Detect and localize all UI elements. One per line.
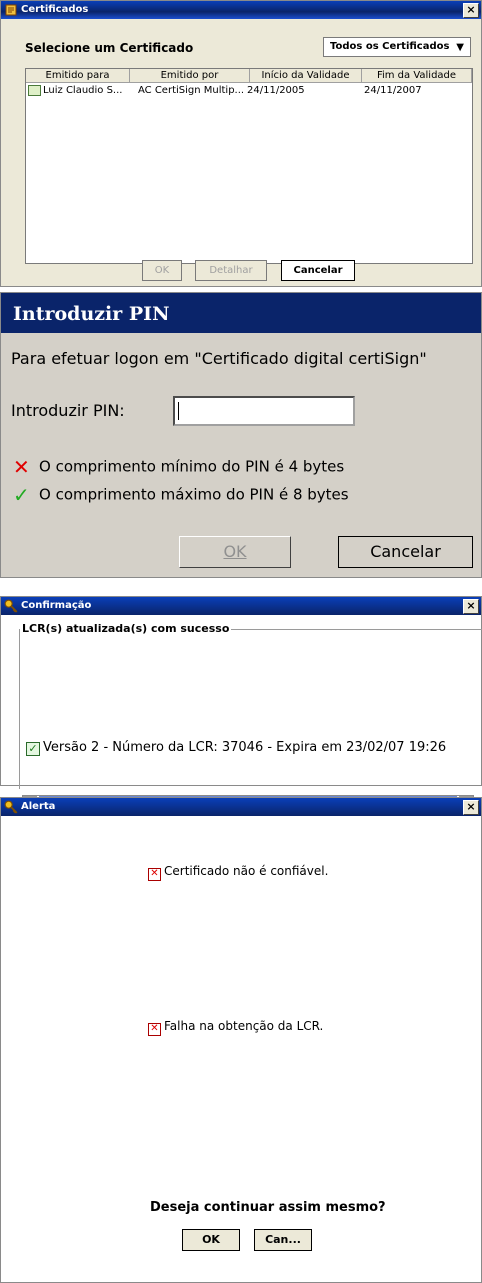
pin-label: Introduzir PIN: xyxy=(11,401,125,420)
close-button[interactable]: × xyxy=(463,3,479,18)
rule-min-length: ✕ O comprimento mínimo do PIN é 4 bytes xyxy=(13,455,344,479)
pin-input[interactable] xyxy=(173,396,355,426)
close-button[interactable]: × xyxy=(463,599,479,614)
rule-text: O comprimento mínimo do PIN é 4 bytes xyxy=(39,457,345,476)
column-header-inicio[interactable]: Início da Validade xyxy=(250,69,362,83)
title-bar[interactable]: Alerta × xyxy=(1,798,481,816)
close-button[interactable]: × xyxy=(463,800,479,815)
column-header-emitido-por[interactable]: Emitido por xyxy=(130,69,250,83)
check-icon: ✓ xyxy=(26,742,40,756)
logon-text: Para efetuar logon em "Certificado digit… xyxy=(11,349,427,368)
cell-fim[interactable]: 24/11/2007 xyxy=(364,85,422,96)
ok-button[interactable]: OK xyxy=(142,260,182,281)
ok-button[interactable]: OK xyxy=(179,536,291,568)
certificados-dialog: Certificados × Selecione um Certificado … xyxy=(0,0,482,287)
dropdown-arrow-icon: ▼ xyxy=(456,42,464,53)
checkmark-icon: ✓ xyxy=(13,483,30,507)
title-bar[interactable]: Certificados × xyxy=(1,1,481,19)
cancel-button[interactable]: Can... xyxy=(254,1229,312,1251)
window-title: Certificados xyxy=(21,4,89,15)
key-icon xyxy=(4,599,18,613)
certificate-table[interactable]: Emitido para Emitido por Início da Valid… xyxy=(25,68,473,264)
lcr-group xyxy=(19,629,482,789)
rule-max-length: ✓ O comprimento máximo do PIN é 8 bytes xyxy=(13,483,349,507)
cancelar-button[interactable]: Cancelar xyxy=(338,536,473,568)
column-header-emitido-para[interactable]: Emitido para xyxy=(26,69,130,83)
alert-message-lcr-failure: ✕ Falha na obtenção da LCR. xyxy=(148,1019,323,1036)
alert-message-untrusted: ✕ Certificado não é confiável. xyxy=(148,864,328,881)
detalhar-button[interactable]: Detalhar xyxy=(195,260,267,281)
confirmation-question: Deseja continuar assim mesmo? xyxy=(150,1200,386,1215)
title-bar[interactable]: Introduzir PIN xyxy=(1,293,481,333)
cell-emitido-para[interactable]: Luiz Claudio S... xyxy=(43,85,122,96)
window-title: Introduzir PIN xyxy=(13,303,170,325)
alert-text: Certificado não é confiável. xyxy=(164,864,329,878)
title-bar[interactable]: Confirmação × xyxy=(1,597,481,615)
key-icon xyxy=(4,800,18,814)
window-title: Confirmação xyxy=(21,600,92,611)
text-caret xyxy=(178,402,179,420)
certificate-row-icon xyxy=(28,85,41,96)
lcr-entry-text: Versão 2 - Número da LCR: 37046 - Expira… xyxy=(43,740,447,755)
error-icon: ✕ xyxy=(148,1023,161,1036)
rule-text: O comprimento máximo do PIN é 8 bytes xyxy=(39,485,349,504)
ok-button[interactable]: OK xyxy=(182,1229,240,1251)
selected-filter: Todos os Certificados xyxy=(330,41,450,52)
error-icon: ✕ xyxy=(148,868,161,881)
window-title: Alerta xyxy=(21,801,56,812)
cell-inicio[interactable]: 24/11/2005 xyxy=(247,85,305,96)
lcr-entry[interactable]: ✓ Versão 2 - Número da LCR: 37046 - Expir… xyxy=(26,740,446,756)
column-header-fim[interactable]: Fim da Validade xyxy=(362,69,472,83)
pin-dialog: Introduzir PIN Para efetuar logon em "Ce… xyxy=(0,292,482,578)
cell-emitido-por[interactable]: AC CertiSign Multip... xyxy=(138,85,244,96)
group-label: LCR(s) atualizada(s) com sucesso xyxy=(20,622,232,635)
cancelar-button[interactable]: Cancelar xyxy=(281,260,355,281)
alert-text: Falha na obtenção da LCR. xyxy=(164,1019,324,1033)
heading: Selecione um Certificado xyxy=(25,41,194,55)
cross-icon: ✕ xyxy=(13,455,30,479)
certificate-filter-select[interactable]: Todos os Certificados ▼ xyxy=(323,37,471,57)
certificate-icon xyxy=(5,4,17,16)
